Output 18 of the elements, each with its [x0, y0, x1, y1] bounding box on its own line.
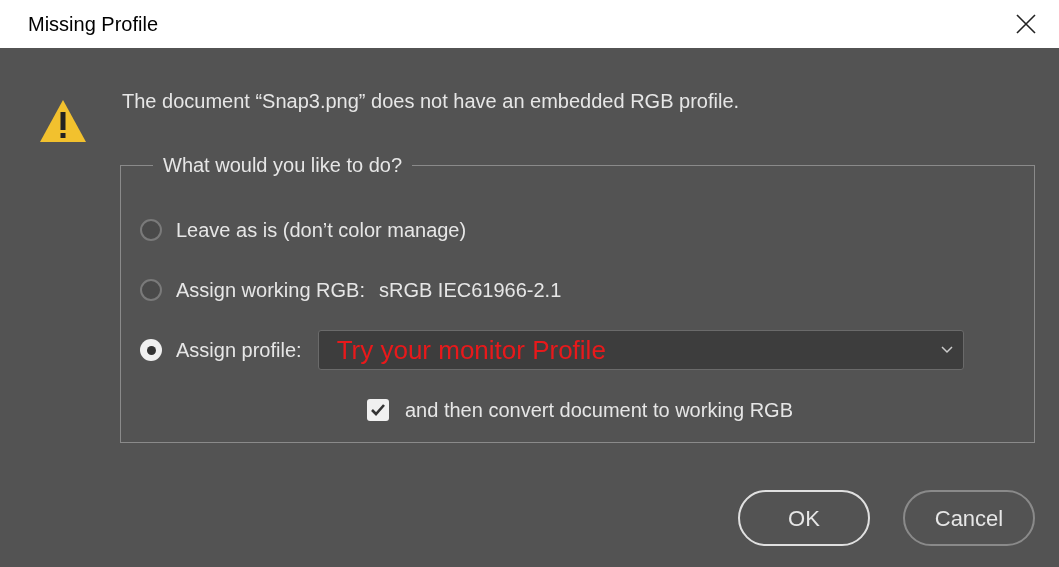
caret-icon — [940, 346, 953, 354]
close-icon[interactable] — [1015, 13, 1037, 35]
radio-button[interactable] — [140, 279, 162, 301]
option-label[interactable]: Assign profile: — [176, 335, 302, 365]
option-label[interactable]: Leave as is (don’t color manage) — [176, 215, 467, 245]
option-label[interactable]: Assign working RGB: — [176, 275, 365, 305]
radio-button[interactable] — [140, 339, 162, 361]
checkbox[interactable] — [367, 399, 389, 421]
ok-button[interactable]: OK — [738, 490, 870, 546]
warning-icon — [38, 98, 88, 144]
working-profile-name: sRGB IEC61966-2.1 — [378, 278, 562, 303]
window-title: Missing Profile — [28, 12, 159, 37]
checkmark-icon — [370, 403, 386, 417]
checkbox-label[interactable]: and then convert document to working RGB — [405, 395, 793, 425]
radio-button[interactable] — [140, 219, 162, 241]
cancel-button[interactable]: Cancel — [903, 490, 1035, 546]
dropdown-value: Try your monitor Profile — [336, 333, 606, 367]
message-text: The document “Snap3.png” does not have an embedded RGB profile. — [122, 89, 740, 114]
